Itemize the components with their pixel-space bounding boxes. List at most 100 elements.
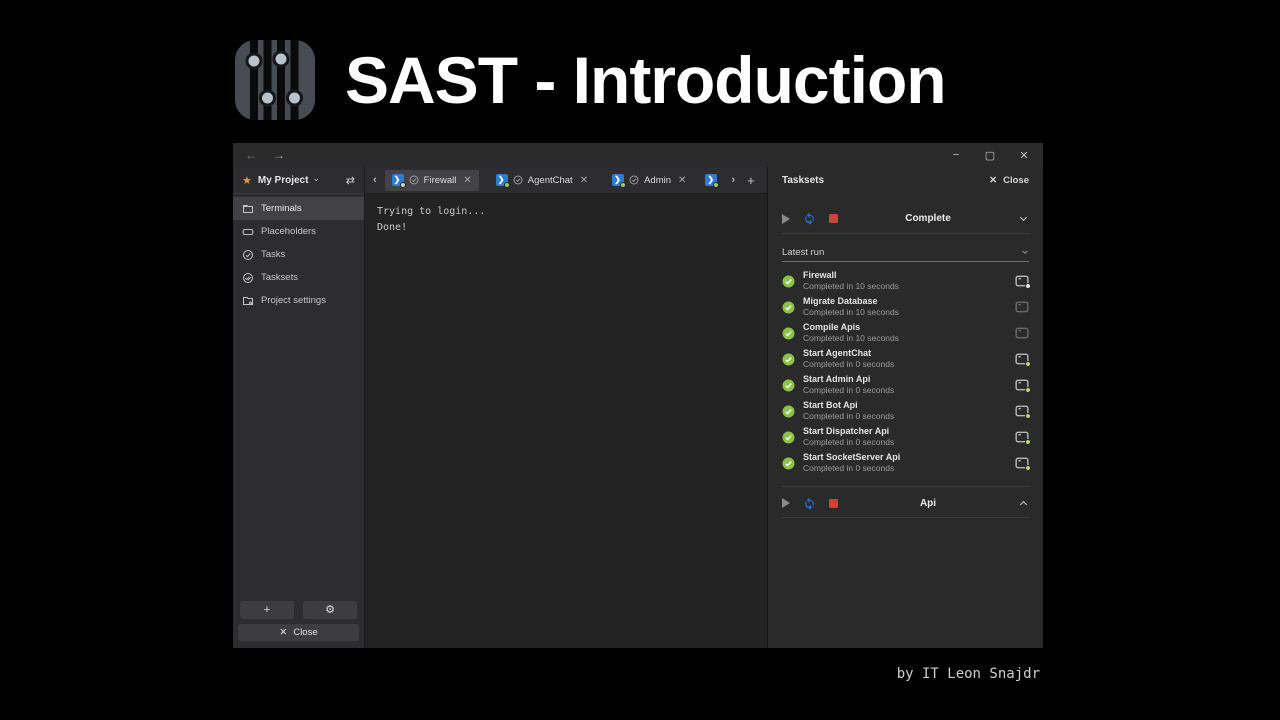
close-tab-icon[interactable]: ✕	[580, 175, 588, 186]
check-circle-icon	[513, 175, 523, 185]
terminal-tab-icon: ❯	[392, 174, 404, 186]
sidebar-item-label: Placeholders	[261, 226, 316, 237]
back-icon[interactable]: ←	[245, 148, 257, 162]
success-check-icon	[782, 379, 795, 392]
status-dot	[1025, 361, 1031, 367]
project-selector[interactable]: ★ My Project ⌄ ⇄	[233, 167, 364, 194]
window-titlebar: ← → − ▢ ✕	[233, 143, 1043, 167]
task-item-start-bot-api[interactable]: Start Bot ApiCompleted in 0 seconds	[782, 398, 1029, 424]
task-item-start-admin-api[interactable]: Start Admin ApiCompleted in 0 seconds	[782, 372, 1029, 398]
task-text: Compile ApisCompleted in 10 seconds	[803, 322, 899, 344]
task-item-start-agentchat[interactable]: Start AgentChatCompleted in 0 seconds	[782, 346, 1029, 372]
open-terminal-icon[interactable]	[1015, 431, 1029, 443]
tabs-scroll-right-icon[interactable]: ›	[731, 174, 735, 186]
tabs: ❯Firewall✕❯AgentChat✕❯Admin✕❯	[385, 170, 724, 191]
chevron-down-icon	[1021, 248, 1029, 256]
task-status: Completed in 10 seconds	[803, 333, 899, 344]
star-icon: ★	[242, 174, 252, 187]
open-terminal-icon[interactable]	[1015, 301, 1029, 313]
sidebar-item-placeholders[interactable]: Placeholders	[233, 220, 364, 243]
sidebar-close-button[interactable]: ✕ Close	[238, 624, 359, 641]
play-icon[interactable]	[782, 498, 790, 508]
task-item-firewall[interactable]: FirewallCompleted in 10 seconds	[782, 268, 1029, 294]
status-dot	[1025, 283, 1031, 289]
page: SAST - Introduction ← → − ▢ ✕ ★ My Proje…	[0, 0, 1280, 720]
success-check-icon	[782, 431, 795, 444]
taskset-name: Complete	[851, 213, 1005, 224]
open-terminal-icon[interactable]	[1015, 275, 1029, 287]
forward-icon[interactable]: →	[273, 148, 285, 162]
panel-close-button[interactable]: ✕ Close	[989, 175, 1029, 186]
status-dot	[620, 182, 626, 188]
task-name: Start Dispatcher Api	[803, 426, 894, 437]
task-item-start-socketserver-api[interactable]: Start SocketServer ApiCompleted in 0 sec…	[782, 450, 1029, 476]
task-status: Completed in 0 seconds	[803, 411, 894, 422]
task-text: FirewallCompleted in 10 seconds	[803, 270, 899, 292]
tab-firewall[interactable]: ❯Firewall✕	[385, 170, 479, 191]
close-tab-icon[interactable]: ✕	[678, 175, 686, 186]
task-name: Start Admin Api	[803, 374, 894, 385]
open-terminal-icon[interactable]	[1015, 405, 1029, 417]
sidebar-item-label: Terminals	[261, 203, 302, 214]
settings-button[interactable]: ⚙	[303, 601, 357, 619]
task-list: FirewallCompleted in 10 secondsMigrate D…	[782, 268, 1029, 476]
close-tab-icon[interactable]: ✕	[463, 175, 471, 186]
task-name: Start Bot Api	[803, 400, 894, 411]
success-check-icon	[782, 301, 795, 314]
terminal-line: Done!	[377, 220, 755, 236]
chevron-down-icon: ⌄	[312, 173, 320, 184]
stop-icon[interactable]	[829, 214, 838, 223]
open-terminal-icon[interactable]	[1015, 457, 1029, 469]
sidebar-item-terminals[interactable]: Terminals	[233, 197, 364, 220]
tab-bar: ‹ ❯Firewall✕❯AgentChat✕❯Admin✕❯ › +	[365, 167, 767, 194]
check-circle-icon	[629, 175, 639, 185]
task-status: Completed in 0 seconds	[803, 463, 900, 474]
sync-icon[interactable]	[803, 497, 816, 510]
play-icon[interactable]	[782, 214, 790, 224]
sidebar-item-project-settings[interactable]: Project settings	[233, 289, 364, 312]
taskset-name: Api	[851, 498, 1005, 509]
task-name: Start AgentChat	[803, 348, 894, 359]
status-dot	[1025, 465, 1031, 471]
add-terminal-button[interactable]: +	[240, 601, 294, 619]
open-terminal-icon[interactable]	[1015, 327, 1029, 339]
latest-run-select[interactable]: Latest run	[782, 243, 1029, 262]
open-terminal-icon[interactable]	[1015, 379, 1029, 391]
task-item-compile-apis[interactable]: Compile ApisCompleted in 10 seconds	[782, 320, 1029, 346]
credit-text: by IT Leon Snajdr	[897, 666, 1040, 682]
open-terminal-icon[interactable]	[1015, 353, 1029, 365]
switch-project-icon[interactable]: ⇄	[346, 174, 355, 187]
sidebar-footer: + ⚙	[233, 601, 364, 619]
status-dot	[713, 182, 719, 188]
task-name: Compile Apis	[803, 322, 899, 333]
tabs-scroll-left-icon[interactable]: ‹	[373, 174, 377, 186]
placeholder-icon	[242, 226, 254, 238]
sidebar-item-tasksets[interactable]: Tasksets	[233, 266, 364, 289]
tasksets-panel-content: Complete Latest run FirewallCompleted in…	[768, 194, 1043, 518]
task-status: Completed in 10 seconds	[803, 281, 899, 292]
terminal-tab-icon: ❯	[612, 174, 624, 186]
tab-admin[interactable]: ❯Admin✕	[605, 170, 693, 191]
minimize-button[interactable]: −	[949, 149, 963, 161]
sync-icon[interactable]	[803, 212, 816, 225]
terminal-line: Trying to login...	[377, 204, 755, 220]
close-window-button[interactable]: ✕	[1017, 149, 1031, 162]
taskset-row-api[interactable]: Api	[782, 486, 1029, 518]
sidebar: ★ My Project ⌄ ⇄ Terminals Placeholders Ta…	[233, 167, 365, 648]
chevron-down-icon[interactable]	[1018, 213, 1029, 224]
chevron-up-icon[interactable]	[1018, 498, 1029, 509]
tab-agentchat[interactable]: ❯AgentChat✕	[489, 170, 595, 191]
terminal-output[interactable]: Trying to login... Done!	[365, 194, 767, 648]
tasksets-panel: Tasksets ✕ Close Complete	[767, 167, 1043, 648]
maximize-button[interactable]: ▢	[983, 149, 997, 162]
task-item-migrate-database[interactable]: Migrate DatabaseCompleted in 10 seconds	[782, 294, 1029, 320]
taskset-row-complete[interactable]: Complete	[782, 208, 1029, 234]
new-tab-button[interactable]: +	[747, 173, 755, 188]
task-item-start-dispatcher-api[interactable]: Start Dispatcher ApiCompleted in 0 secon…	[782, 424, 1029, 450]
success-check-icon	[782, 405, 795, 418]
tab-truncated[interactable]: ❯	[703, 170, 723, 191]
stop-icon[interactable]	[829, 499, 838, 508]
page-title: SAST - Introduction	[345, 42, 946, 118]
success-check-icon	[782, 457, 795, 470]
sidebar-item-tasks[interactable]: Tasks	[233, 243, 364, 266]
